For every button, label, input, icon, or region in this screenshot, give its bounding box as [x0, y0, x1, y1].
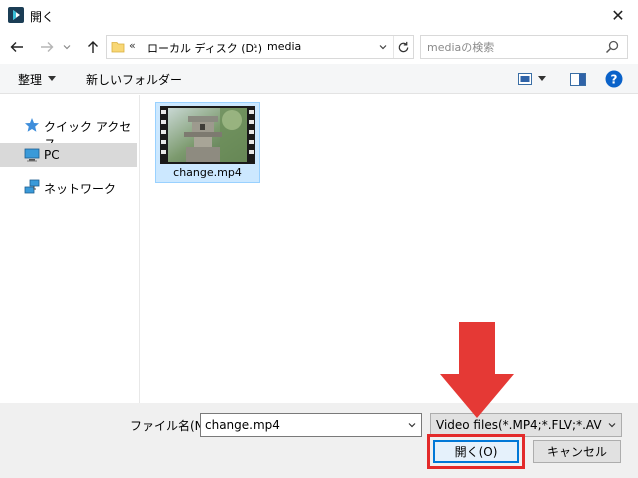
sidebar-item-label: PC [44, 148, 60, 162]
annotation-arrow [440, 322, 514, 418]
search-box[interactable] [420, 35, 628, 59]
new-folder-button[interactable]: 新しいフォルダー [78, 69, 190, 89]
back-button[interactable] [6, 36, 28, 58]
view-icon [518, 73, 532, 85]
file-item[interactable]: change.mp4 [155, 102, 260, 183]
change-view-button[interactable] [512, 69, 552, 89]
arrow-right-icon [41, 42, 54, 52]
recent-locations-button[interactable] [60, 36, 74, 58]
folder-icon [111, 42, 125, 53]
address-history-button[interactable] [373, 36, 393, 58]
preview-pane-icon [570, 72, 586, 86]
new-folder-label: 新しいフォルダー [86, 72, 183, 87]
sidebar-item-quick-access[interactable]: クイック アクセス [0, 113, 137, 151]
file-type-dropdown-button[interactable] [603, 414, 621, 436]
sidebar-item-pc[interactable]: PC [0, 143, 137, 167]
file-type-value: Video files(*.MP4;*.FLV;*.AVI;*.\ [436, 418, 602, 432]
command-bar: 整理 新しいフォルダー ? [0, 64, 638, 94]
arrow-left-icon [10, 42, 23, 52]
help-button[interactable]: ? [604, 69, 624, 89]
sidebar-item-label: ネットワーク [44, 182, 117, 196]
search-icon [605, 40, 619, 54]
refresh-icon [398, 41, 409, 52]
network-icon [24, 179, 40, 194]
file-list[interactable]: change.mp4 [141, 95, 638, 403]
arrow-up-icon [88, 41, 98, 53]
filename-dropdown-button[interactable] [403, 414, 421, 436]
title-bar: 開く ✕ [0, 0, 638, 31]
star-icon [25, 118, 39, 132]
filename-combobox[interactable]: change.mp4 [200, 413, 422, 437]
caret-down-icon [48, 76, 57, 81]
filename-input[interactable]: change.mp4 [205, 418, 280, 432]
chevron-down-icon [379, 45, 387, 50]
computer-icon [24, 148, 40, 162]
refresh-button[interactable] [393, 36, 413, 58]
app-play-icon [8, 7, 24, 23]
help-icon: ? [605, 70, 623, 88]
forward-button[interactable] [36, 36, 58, 58]
sidebar-item-network[interactable]: ネットワーク [0, 175, 137, 199]
breadcrumb-separator[interactable]: › [253, 39, 257, 52]
preview-pane-button[interactable] [568, 69, 588, 89]
address-bar[interactable]: « ローカル ディスク (D:) › media [106, 35, 414, 59]
up-button[interactable] [82, 36, 104, 58]
dialog-footer: ファイル名(N): change.mp4 Video files(*.MP4;*… [0, 403, 638, 478]
chevron-down-icon [63, 45, 71, 50]
breadcrumb-item-media[interactable]: media [267, 40, 301, 53]
close-button[interactable]: ✕ [598, 0, 638, 31]
video-thumbnail [160, 106, 255, 164]
breadcrumb-item-drive[interactable]: ローカル ディスク (D:) [147, 40, 262, 56]
window-title: 開く [30, 10, 55, 24]
svg-text:?: ? [611, 73, 618, 87]
caret-down-icon [538, 76, 546, 81]
search-input[interactable] [427, 38, 597, 56]
chevron-down-icon [608, 423, 616, 428]
close-icon: ✕ [611, 6, 625, 25]
navigation-pane: クイック アクセス PC ネットワーク [0, 95, 140, 403]
chevron-down-icon [408, 423, 416, 428]
breadcrumb-overflow[interactable]: « [129, 39, 136, 52]
cancel-button[interactable]: キャンセル [533, 440, 621, 463]
organize-label: 整理 [18, 72, 43, 87]
organize-button[interactable]: 整理 [8, 69, 66, 89]
open-button[interactable]: 開く(O) [433, 440, 519, 463]
file-name: change.mp4 [173, 166, 242, 179]
